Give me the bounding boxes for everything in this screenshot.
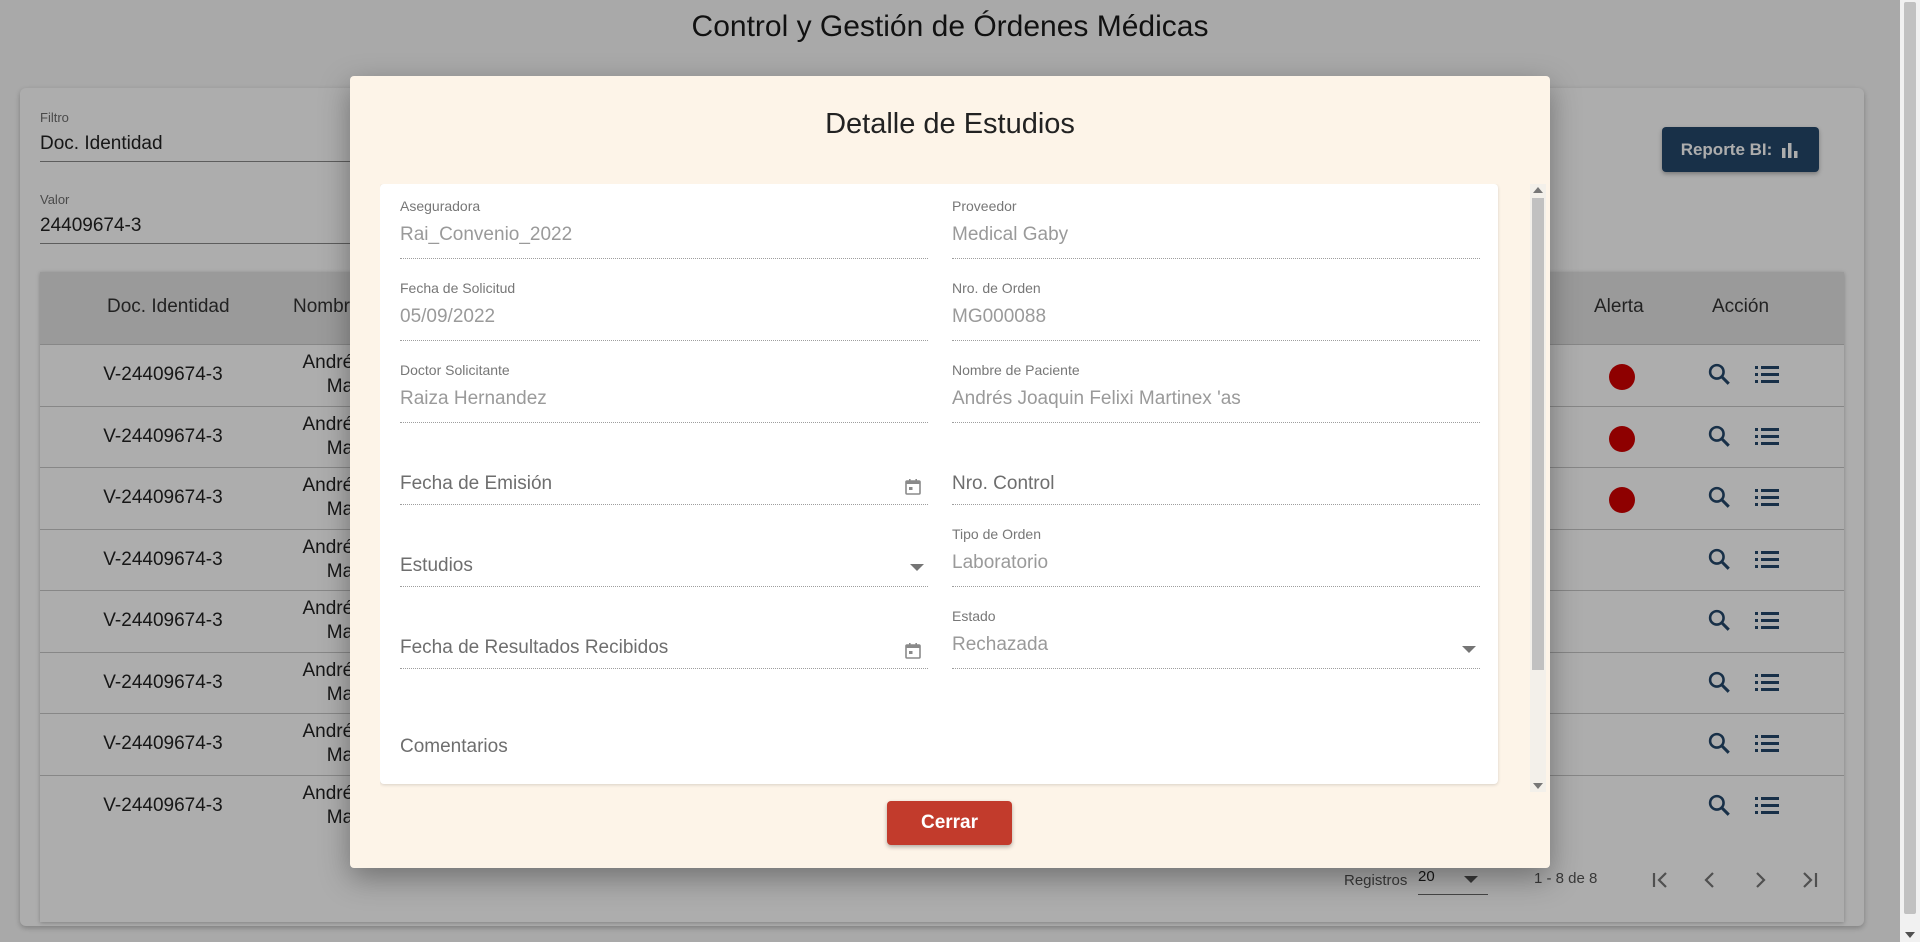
proveedor-value: Medical Gaby [952,224,1069,245]
proveedor-label: Proveedor [952,198,1017,214]
tipo-orden-field[interactable]: Tipo de Orden Laboratorio [952,512,1480,587]
calendar-icon[interactable] [904,642,922,660]
doctor-label: Doctor Solicitante [400,362,510,378]
estado-value: Rechazada [952,634,1049,655]
fecha-solicitud-label: Fecha de Solicitud [400,280,516,296]
doctor-value: Raiza Hernandez [400,388,547,409]
study-form: Aseguradora Rai_Convenio_2022 Proveedor … [380,184,1498,784]
fecha-solicitud-field[interactable]: Fecha de Solicitud 05/09/2022 [400,266,928,341]
tipo-orden-label: Tipo de Orden [952,526,1041,542]
proveedor-field[interactable]: Proveedor Medical Gaby [952,184,1480,259]
tipo-orden-value: Laboratorio [952,552,1049,573]
nro-orden-label: Nro. de Orden [952,280,1041,296]
page-scrollbar[interactable] [1900,0,1920,942]
doctor-field[interactable]: Doctor Solicitante Raiza Hernandez [400,348,928,423]
fecha-emision-field[interactable]: Fecha de Emisión [400,430,928,505]
estado-select[interactable]: Estado Rechazada [952,594,1480,669]
chevron-down-icon [910,564,924,571]
fecha-emision-placeholder: Fecha de Emisión [400,473,553,494]
aseguradora-value: Rai_Convenio_2022 [400,224,573,245]
close-button[interactable]: Cerrar [887,801,1012,845]
comentarios-field[interactable]: Comentarios [400,736,508,758]
paciente-label: Nombre de Paciente [952,362,1080,378]
page-scroll-thumb[interactable] [1904,2,1916,914]
estado-label: Estado [952,608,996,624]
aseguradora-field[interactable]: Aseguradora Rai_Convenio_2022 [400,184,928,259]
dialog-scrollbar[interactable] [1530,184,1546,792]
scroll-up-arrow[interactable] [1533,187,1543,193]
fecha-resultados-placeholder: Fecha de Resultados Recibidos [400,637,669,658]
dialog-title: Detalle de Estudios [825,108,1075,140]
estudios-placeholder: Estudios [400,555,473,576]
study-detail-dialog: Detalle de Estudios Aseguradora Rai_Conv… [350,76,1550,868]
dialog-scroll-thumb[interactable] [1532,198,1544,670]
nro-orden-value: MG000088 [952,306,1047,327]
nro-control-placeholder: Nro. Control [952,473,1055,494]
nro-control-field[interactable]: Nro. Control [952,430,1480,505]
estudios-select[interactable]: Estudios [400,512,928,587]
scroll-down-arrow[interactable] [1533,783,1543,789]
fecha-solicitud-value: 05/09/2022 [400,306,496,327]
aseguradora-label: Aseguradora [400,198,481,214]
dialog-content: Aseguradora Rai_Convenio_2022 Proveedor … [380,184,1528,854]
nro-orden-field[interactable]: Nro. de Orden MG000088 [952,266,1480,341]
paciente-value: Andrés Joaquin Felixi Martinex 'as [952,388,1241,409]
calendar-icon[interactable] [904,478,922,496]
scroll-down-arrow[interactable] [1905,932,1915,938]
fecha-resultados-field[interactable]: Fecha de Resultados Recibidos [400,594,928,669]
chevron-down-icon [1462,646,1476,653]
paciente-field[interactable]: Nombre de Paciente Andrés Joaquin Felixi… [952,348,1480,423]
